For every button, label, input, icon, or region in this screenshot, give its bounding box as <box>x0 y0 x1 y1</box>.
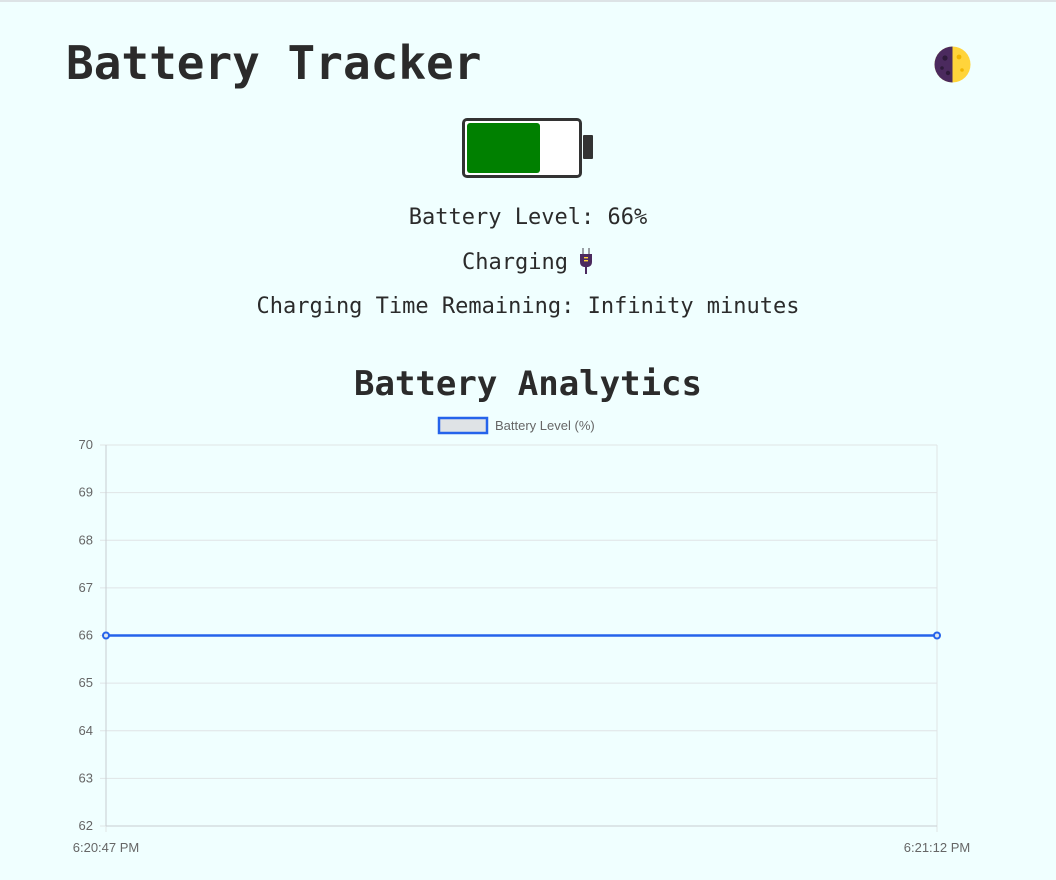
y-tick-label: 67 <box>79 580 93 595</box>
battery-terminal <box>583 135 593 159</box>
data-point <box>102 631 110 640</box>
analytics-title: Battery Analytics <box>354 364 702 404</box>
x-tick-label: 6:20:47 PM <box>73 840 140 855</box>
battery-level-text: Battery Level: 66% <box>408 205 648 230</box>
battery-level-fill <box>467 123 540 173</box>
charging-status: Charging <box>0 248 1056 278</box>
app-title: Battery Tracker <box>66 36 482 90</box>
y-tick-label: 66 <box>79 628 93 643</box>
electric-plug-icon <box>579 248 592 274</box>
x-tick-label: 6:21:12 PM <box>904 840 971 855</box>
legend-label: Battery Level (%) <box>495 418 595 433</box>
y-tick-label: 65 <box>79 675 93 690</box>
half-moon-icon <box>934 46 971 83</box>
y-tick-label: 68 <box>79 532 93 547</box>
y-tick-label: 62 <box>79 818 93 833</box>
y-tick-label: 70 <box>79 437 93 452</box>
top-border <box>0 0 1056 2</box>
y-tick-label: 63 <box>79 770 93 785</box>
battery-body <box>462 118 582 178</box>
legend-swatch <box>437 416 489 435</box>
battery-indicator <box>462 118 594 178</box>
y-tick-label: 69 <box>79 485 93 500</box>
data-point <box>933 631 941 640</box>
y-tick-label: 64 <box>79 723 93 738</box>
battery-level-chart: 70 69 68 67 66 65 64 63 62 6:20:47 PM 6:21:12 PM Ba… <box>73 416 971 855</box>
charging-time-remaining: Charging Time Remaining: Infinity minute… <box>256 294 800 319</box>
charging-status-label: Charging <box>462 250 568 275</box>
theme-toggle-button[interactable] <box>934 46 971 83</box>
